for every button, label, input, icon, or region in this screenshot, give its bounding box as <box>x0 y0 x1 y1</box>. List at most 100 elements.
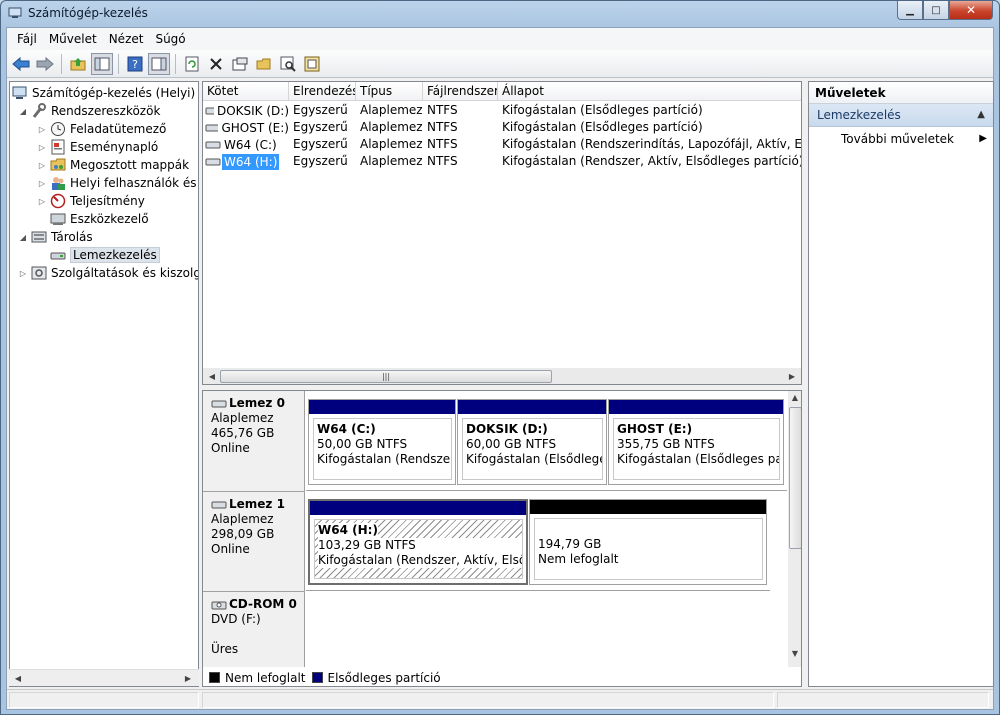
cdrom-0[interactable]: CD-ROM 0 DVD (F:) Üres <box>203 591 787 667</box>
volume-layout: Egyszerű <box>293 103 348 117</box>
expand-arrow-icon[interactable]: ▷ <box>37 143 47 152</box>
disk-size: 298,09 GB <box>211 527 275 541</box>
table-row[interactable]: W64 (H:) Egyszerű Alaplemez NTFS Kifogás… <box>203 153 801 170</box>
actions-section-disk-management[interactable]: Lemezkezelés ▲ <box>809 104 993 127</box>
disk-0[interactable]: Lemez 0 Alaplemez 465,76 GB Online W64 (… <box>203 391 787 491</box>
search-button[interactable] <box>277 53 299 75</box>
up-button[interactable] <box>67 53 89 75</box>
delete-button[interactable] <box>205 53 227 75</box>
disk-1[interactable]: Lemez 1 Alaplemez 298,09 GB Online W64 (… <box>203 491 787 591</box>
tree-item-shared-folders[interactable]: ▷ Megosztott mappák <box>37 156 189 174</box>
partition-unallocated[interactable]: 194,79 GB Nem lefoglalt <box>529 499 767 585</box>
more-actions-item[interactable]: További műveletek ▶ <box>809 127 993 151</box>
properties-button[interactable] <box>229 53 251 75</box>
expand-arrow-icon[interactable]: ▷ <box>18 269 28 278</box>
tree-item-device-manager[interactable]: Eszközkezelő <box>37 210 149 228</box>
collapse-arrow-icon[interactable]: ◢ <box>18 107 28 116</box>
menu-bar: Fájl Művelet Nézet Súgó <box>7 28 993 50</box>
tree-item-system-tools[interactable]: ◢ Rendszereszközök <box>18 102 160 120</box>
action-pane-button[interactable] <box>148 52 170 75</box>
column-type[interactable]: Típus <box>356 82 423 101</box>
menu-help[interactable]: Súgó <box>149 32 191 46</box>
section-label: Lemezkezelés <box>817 108 901 122</box>
refresh-button[interactable] <box>181 53 203 75</box>
column-volume[interactable]: Kötet <box>203 82 289 101</box>
partition-status: Kifogástalan (Elsődleges partíc <box>617 452 779 466</box>
partition-ghost-e[interactable]: GHOST (E:) 355,75 GB NTFS Kifogástalan (… <box>608 399 784 485</box>
tree-label: Teljesítmény <box>70 194 145 208</box>
expand-arrow-icon[interactable]: ▷ <box>37 179 47 188</box>
scroll-left-icon[interactable]: ◀ <box>205 370 219 383</box>
submenu-arrow-icon: ▶ <box>979 133 987 144</box>
minimize-button[interactable]: ▁ <box>897 1 923 20</box>
tree-item-performance[interactable]: ▷ Teljesítmény <box>37 192 145 210</box>
tree-item-local-users[interactable]: ▷ Helyi felhasználók és cs <box>37 174 198 192</box>
scroll-down-icon[interactable]: ▼ <box>788 647 801 660</box>
tree-horizontal-scrollbar[interactable]: ◀ ▶ <box>9 669 199 686</box>
tree-item-event-viewer[interactable]: ▷ Eseménynapló <box>37 138 158 156</box>
expand-arrow-icon[interactable]: ▷ <box>37 161 47 170</box>
tree-label: Eszközkezelő <box>70 212 149 226</box>
event-log-icon <box>50 139 66 155</box>
partition-name: W64 (C:) <box>317 422 376 436</box>
disk-name: Lemez 0 <box>229 396 285 410</box>
disk-map: Lemez 0 Alaplemez 465,76 GB Online W64 (… <box>202 390 802 687</box>
scroll-left-icon[interactable]: ◀ <box>11 672 25 685</box>
tree-item-root[interactable]: Számítógép-kezelés (Helyi) <box>12 84 195 102</box>
volume-name: W64 (H:) <box>222 153 280 170</box>
rescan-button[interactable] <box>301 53 323 75</box>
partition-w64-h[interactable]: W64 (H:) 103,29 GB NTFS Kifogástalan (Re… <box>308 499 528 585</box>
forward-button[interactable] <box>34 53 56 75</box>
disk-map-vertical-scrollbar[interactable]: ▲ ▼ <box>788 391 801 686</box>
navigation-tree: Számítógép-kezelés (Helyi) ◢ Rendszeresz… <box>9 81 199 687</box>
table-row[interactable]: W64 (C:) Egyszerű Alaplemez NTFS Kifogás… <box>203 136 801 153</box>
volume-layout: Egyszerű <box>293 154 348 168</box>
tree-item-services[interactable]: ▷ Szolgáltatások és kiszolgáló <box>18 264 198 282</box>
volume-list-horizontal-scrollbar[interactable]: ◀ ||| ▶ <box>203 368 801 384</box>
tree-item-storage[interactable]: ◢ Tárolás <box>18 228 93 246</box>
title-bar[interactable]: Számítógép-kezelés ▁ □ ✕ <box>1 1 999 27</box>
table-row[interactable]: GHOST (E:) Egyszerű Alaplemez NTFS Kifog… <box>203 119 801 136</box>
back-button[interactable] <box>10 53 32 75</box>
column-status[interactable]: Állapot <box>498 82 801 101</box>
disk-type: Alaplemez <box>211 512 274 526</box>
volume-name: GHOST (E:) <box>221 120 289 135</box>
help-button[interactable]: ? <box>124 53 146 75</box>
show-tree-button[interactable] <box>91 52 113 75</box>
scrollbar-thumb[interactable] <box>789 407 801 549</box>
open-button[interactable] <box>253 53 275 75</box>
partition-doksik-d[interactable]: DOKSIK (D:) 60,00 GB NTFS Kifogástalan (… <box>457 399 607 485</box>
column-layout[interactable]: Elrendezés <box>289 82 356 101</box>
volume-icon <box>205 107 214 114</box>
tree-label: Megosztott mappák <box>70 158 190 172</box>
expand-arrow-icon[interactable]: ▷ <box>37 197 47 206</box>
scroll-right-icon[interactable]: ▶ <box>181 672 195 685</box>
menu-action[interactable]: Művelet <box>43 32 103 46</box>
volume-status: Kifogástalan (Elsődleges partíció) <box>502 120 703 134</box>
disk-info: CD-ROM 0 DVD (F:) Üres <box>203 591 305 667</box>
menu-view[interactable]: Nézet <box>103 32 150 46</box>
table-row[interactable]: DOKSIK (D:) Egyszerű Alaplemez NTFS Kifo… <box>203 102 801 119</box>
back-arrow-icon <box>12 56 30 71</box>
collapse-arrow-icon[interactable]: ◢ <box>18 233 28 242</box>
expand-arrow-icon[interactable]: ▷ <box>37 125 47 134</box>
scroll-right-icon[interactable]: ▶ <box>785 370 799 383</box>
computer-management-icon <box>8 7 22 19</box>
menu-file[interactable]: Fájl <box>11 32 43 46</box>
scrollbar-thumb[interactable]: ||| <box>220 370 552 383</box>
disk-info: Lemez 0 Alaplemez 465,76 GB Online <box>203 391 305 491</box>
collapse-up-icon[interactable]: ▲ <box>977 104 985 126</box>
column-filesystem[interactable]: Fájlrendszer <box>423 82 498 101</box>
maximize-button[interactable]: □ <box>923 1 949 20</box>
partition-status: Nem lefoglalt <box>538 552 619 566</box>
tree-item-task-scheduler[interactable]: ▷ Feladatütemező <box>37 120 166 138</box>
partition-status: Kifogástalan (Rendszer, Aktív, Elsődlege <box>318 553 522 568</box>
partition-size: 194,79 GB <box>538 537 602 551</box>
scroll-up-icon[interactable]: ▲ <box>788 391 801 404</box>
partition-w64-c[interactable]: W64 (C:) 50,00 GB NTFS Kifogástalan (Ren… <box>308 399 456 485</box>
volume-name: W64 (C:) <box>224 137 277 152</box>
close-button[interactable]: ✕ <box>949 1 993 20</box>
tree-item-disk-management[interactable]: Lemezkezelés <box>37 246 160 264</box>
disk-name: CD-ROM 0 <box>229 597 297 611</box>
storage-icon <box>31 229 47 245</box>
